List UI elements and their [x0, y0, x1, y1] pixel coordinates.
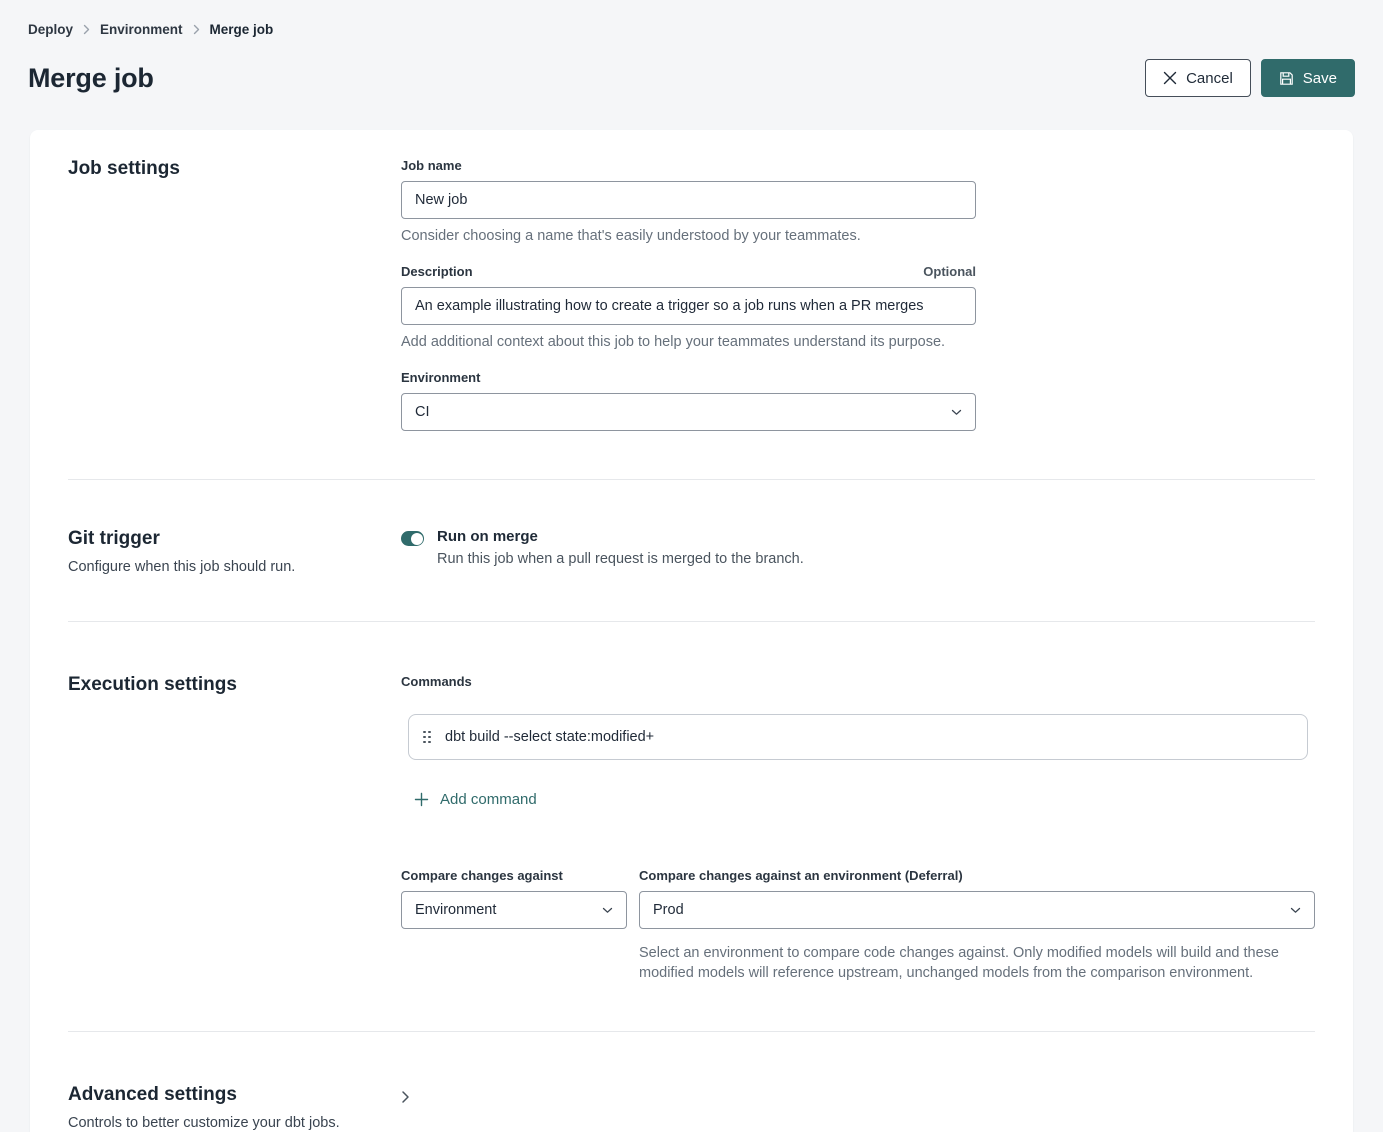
compare-changes-select-value: Environment — [415, 902, 496, 918]
chevron-right-icon — [83, 24, 90, 35]
job-name-label: Job name — [401, 158, 462, 173]
save-icon — [1279, 71, 1294, 86]
command-row — [408, 714, 1308, 760]
description-input[interactable] — [401, 287, 976, 325]
deferral-label: Compare changes against an environment (… — [639, 868, 963, 883]
close-icon — [1163, 71, 1177, 85]
plus-icon — [414, 792, 429, 807]
job-settings-heading: Job settings — [68, 158, 401, 180]
compare-changes-label: Compare changes against — [401, 868, 563, 883]
deferral-field-group: Compare changes against an environment (… — [639, 868, 1315, 983]
section-git-trigger: Git trigger Configure when this job shou… — [30, 480, 1353, 621]
description-label: Description — [401, 264, 473, 279]
job-name-field-group: Job name Consider choosing a name that's… — [401, 158, 976, 244]
compare-row: Compare changes against Environment Comp… — [401, 868, 1315, 983]
section-execution-settings: Execution settings Commands Add command — [30, 622, 1353, 1031]
environment-label: Environment — [401, 370, 480, 385]
compare-changes-field-group: Compare changes against Environment — [401, 868, 627, 983]
add-command-button[interactable]: Add command — [414, 791, 537, 808]
cancel-button[interactable]: Cancel — [1145, 59, 1251, 97]
deferral-select[interactable]: Prod — [639, 891, 1315, 929]
breadcrumb-item-deploy[interactable]: Deploy — [28, 22, 73, 37]
advanced-settings-subtitle: Controls to better customize your dbt jo… — [68, 1115, 401, 1131]
run-on-merge-row: Run on merge Run this job when a pull re… — [401, 528, 1315, 567]
chevron-right-icon — [193, 24, 200, 35]
breadcrumb-item-merge-job: Merge job — [210, 22, 274, 37]
deferral-select-value: Prod — [653, 902, 684, 918]
execution-settings-heading: Execution settings — [68, 674, 401, 696]
chevron-down-icon — [602, 907, 613, 914]
breadcrumb: Deploy Environment Merge job — [28, 22, 1355, 37]
settings-card: Job settings Job name Consider choosing … — [30, 130, 1353, 1132]
command-input[interactable] — [445, 729, 1293, 745]
advanced-settings-heading: Advanced settings — [68, 1084, 401, 1106]
job-name-input[interactable] — [401, 181, 976, 219]
run-on-merge-label: Run on merge — [437, 528, 804, 545]
chevron-down-icon — [951, 409, 962, 416]
save-button[interactable]: Save — [1261, 59, 1355, 97]
job-name-helper: Consider choosing a name that's easily u… — [401, 228, 976, 244]
description-field-group: Description Optional Add additional cont… — [401, 264, 976, 350]
deferral-helper: Select an environment to compare code ch… — [639, 943, 1289, 983]
save-button-label: Save — [1303, 70, 1337, 87]
chevron-right-icon — [401, 1090, 410, 1104]
environment-select-value: CI — [415, 404, 430, 420]
add-command-label: Add command — [440, 791, 537, 808]
description-helper: Add additional context about this job to… — [401, 334, 976, 350]
git-trigger-heading: Git trigger — [68, 528, 401, 550]
section-job-settings: Job settings Job name Consider choosing … — [30, 130, 1353, 479]
section-advanced-settings: Advanced settings Controls to better cus… — [30, 1032, 1353, 1132]
git-trigger-subtitle: Configure when this job should run. — [68, 559, 401, 575]
drag-handle-icon[interactable] — [423, 731, 431, 744]
cancel-button-label: Cancel — [1186, 70, 1233, 87]
page-title: Merge job — [28, 63, 154, 94]
description-optional-tag: Optional — [923, 264, 976, 279]
chevron-down-icon — [1290, 907, 1301, 914]
run-on-merge-toggle[interactable] — [401, 531, 424, 546]
toggle-knob — [411, 533, 423, 545]
advanced-settings-expand-button[interactable] — [401, 1090, 410, 1104]
run-on-merge-description: Run this job when a pull request is merg… — [437, 551, 804, 567]
page-header: Deploy Environment Merge job Merge job C… — [0, 0, 1383, 97]
environment-field-group: Environment CI — [401, 370, 976, 431]
commands-label: Commands — [401, 674, 1315, 689]
header-actions: Cancel Save — [1145, 59, 1355, 97]
breadcrumb-item-environment[interactable]: Environment — [100, 22, 183, 37]
environment-select[interactable]: CI — [401, 393, 976, 431]
compare-changes-select[interactable]: Environment — [401, 891, 627, 929]
